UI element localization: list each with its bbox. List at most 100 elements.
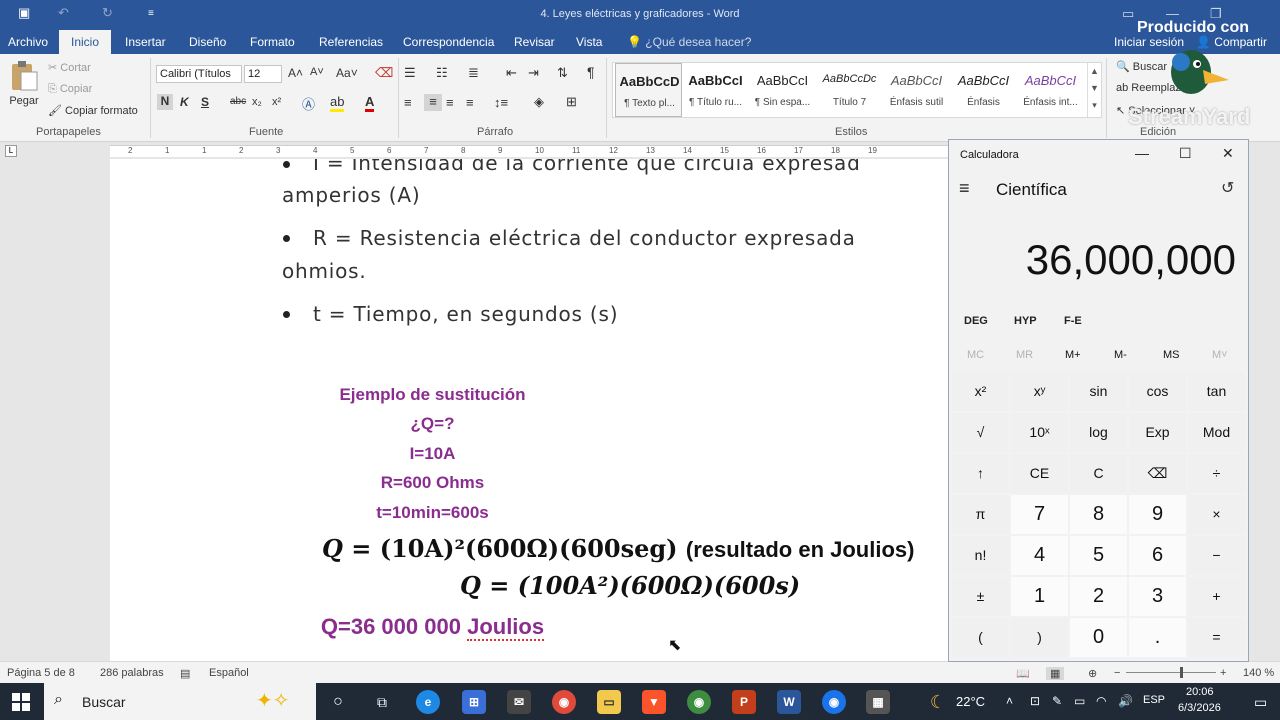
align-right-icon[interactable]: ≡ (446, 95, 454, 110)
calc-close-icon[interactable]: ✕ (1222, 145, 1234, 162)
memory-button-mplus[interactable]: M+ (1065, 349, 1081, 361)
style-normal[interactable]: AaBbCcD ¶ Texto pl... (615, 63, 682, 117)
find-button[interactable]: 🔍 Buscar (1116, 60, 1167, 73)
divide-button[interactable]: ÷ (1188, 454, 1245, 493)
tell-me-box[interactable]: 💡 ¿Qué desea hacer? (627, 35, 751, 49)
ribbon-display-icon[interactable]: ▭ (1122, 6, 1134, 22)
tab-stop-selector[interactable]: L (5, 145, 17, 157)
bold-button[interactable]: N (157, 94, 173, 110)
wifi-icon[interactable]: ◠ (1096, 694, 1106, 708)
align-center-icon[interactable]: ≡ (424, 94, 442, 111)
zoom-slider-thumb[interactable] (1180, 667, 1183, 678)
chrome-alt-icon[interactable]: ◉ (822, 690, 846, 714)
zoom-out-button[interactable]: − (1114, 667, 1120, 679)
highlight-icon[interactable]: ab (330, 94, 345, 112)
decimal-button[interactable]: . (1129, 618, 1186, 657)
plus-button[interactable]: + (1188, 577, 1245, 616)
square-button[interactable]: x² (952, 372, 1009, 411)
pen-icon[interactable]: ✎ (1052, 694, 1062, 708)
close-paren-button[interactable]: ) (1011, 618, 1068, 657)
increase-indent-icon[interactable]: ⇥ (528, 65, 539, 81)
clear-entry-button[interactable]: CE (1011, 454, 1068, 493)
digit-7-button[interactable]: 7 (1011, 495, 1068, 534)
memory-button-ms[interactable]: MS (1163, 349, 1180, 361)
superscript-button[interactable]: x² (272, 96, 281, 108)
language-indicator[interactable]: Español (209, 667, 249, 679)
weather-icon[interactable]: ☾ (926, 690, 950, 714)
notifications-icon[interactable]: ▭ (1254, 694, 1267, 711)
tab-correspondencia[interactable]: Correspondencia (403, 35, 494, 49)
tab-revisar[interactable]: Revisar (514, 35, 555, 49)
digit-0-button[interactable]: 0 (1070, 618, 1127, 657)
minus-button[interactable]: − (1188, 536, 1245, 575)
tab-diseno[interactable]: Diseño (189, 35, 226, 49)
change-case-button[interactable]: Aa˅ (336, 66, 358, 80)
web-layout-icon[interactable]: ⊕ (1088, 667, 1097, 680)
style-item[interactable]: AaBbCcI Énfasis sutil (883, 63, 950, 117)
tab-archivo[interactable]: Archivo (8, 35, 48, 49)
digit-4-button[interactable]: 4 (1011, 536, 1068, 575)
second-button[interactable]: ↑ (952, 454, 1009, 493)
font-color-icon[interactable]: A (365, 94, 375, 112)
memory-button-m[interactable]: M˅ (1212, 349, 1228, 361)
memory-button-mr[interactable]: MR (1016, 349, 1033, 361)
edge-icon[interactable]: e (416, 690, 440, 714)
tab-insertar[interactable]: Insertar (125, 35, 166, 49)
show-marks-icon[interactable]: ¶ (587, 64, 595, 80)
chrome-icon[interactable]: ◉ (552, 690, 576, 714)
task-view-icon[interactable]: ⧉ (370, 690, 394, 714)
calc-maximize-icon[interactable]: ☐ (1179, 145, 1192, 162)
tab-vista[interactable]: Vista (576, 35, 602, 49)
sin-button[interactable]: sin (1070, 372, 1127, 411)
memory-button-mc[interactable]: MC (967, 349, 984, 361)
italic-button[interactable]: K (180, 95, 189, 109)
line-spacing-icon[interactable]: ↕≡ (494, 95, 508, 110)
brave-icon[interactable]: ▼ (642, 690, 666, 714)
clock-time[interactable]: 20:06 (1186, 686, 1214, 698)
align-left-icon[interactable]: ≡ (404, 95, 412, 110)
style-item[interactable]: AaBbCcI ¶ Sin espa... (749, 63, 816, 117)
subscript-button[interactable]: x₂ (252, 96, 262, 108)
negate-button[interactable]: ± (952, 577, 1009, 616)
read-mode-icon[interactable]: 📖 (1016, 667, 1030, 680)
borders-icon[interactable]: ⊞ (566, 94, 577, 110)
ten-power-button[interactable]: 10ˣ (1011, 413, 1068, 452)
document-area[interactable]: I = Intensidad de la corriente que circu… (0, 159, 948, 661)
volume-icon[interactable]: 🔊 (1118, 694, 1133, 708)
powerpoint-icon[interactable]: P (732, 690, 756, 714)
multilevel-list-icon[interactable]: ≣ (468, 65, 479, 81)
tab-referencias[interactable]: Referencias (319, 35, 383, 49)
tray-chevron-icon[interactable]: ˄ (1006, 694, 1013, 708)
sort-icon[interactable]: ⇅ (557, 65, 568, 81)
shrink-font-icon[interactable]: A˅ (310, 66, 324, 78)
font-size-combo[interactable]: 12 (244, 65, 282, 83)
clear-format-icon[interactable]: ⌫ (375, 65, 393, 81)
bullets-icon[interactable]: ☰ (404, 65, 416, 81)
exp-button[interactable]: Exp (1129, 413, 1186, 452)
style-item[interactable]: AaBbCcDc Título 7 (816, 63, 883, 117)
windows-start-icon[interactable] (12, 693, 30, 711)
hamburger-menu-icon[interactable]: ≡ (959, 178, 970, 199)
sqrt-button[interactable]: √ (952, 413, 1009, 452)
justify-icon[interactable]: ≡ (466, 95, 474, 110)
cos-button[interactable]: cos (1129, 372, 1186, 411)
digit-9-button[interactable]: 9 (1129, 495, 1186, 534)
font-name-combo[interactable]: Calibri (Títulos (156, 65, 242, 83)
input-language[interactable]: ESP (1143, 694, 1165, 706)
multiply-button[interactable]: × (1188, 495, 1245, 534)
tab-formato[interactable]: Formato (250, 35, 295, 49)
style-item[interactable]: AaBbCcI Énfasis int... (1017, 63, 1084, 117)
zoom-level[interactable]: 140 % (1243, 667, 1274, 679)
page-count[interactable]: Página 5 de 8 (7, 667, 75, 679)
memory-button-mminus[interactable]: M- (1114, 349, 1127, 361)
text-effects-icon[interactable]: Ⓐ (302, 94, 315, 113)
digit-5-button[interactable]: 5 (1070, 536, 1127, 575)
zoom-slider[interactable] (1126, 667, 1216, 678)
network-icon[interactable]: ▭ (1074, 694, 1085, 708)
style-item[interactable]: AaBbCcI ¶ Título ru... (682, 63, 749, 117)
equals-button[interactable]: = (1188, 618, 1245, 657)
strikethrough-button[interactable]: abc (230, 96, 246, 107)
meet-icon[interactable]: ⊡ (1030, 694, 1040, 708)
underline-button[interactable]: S (201, 95, 209, 109)
tan-button[interactable]: tan (1188, 372, 1245, 411)
